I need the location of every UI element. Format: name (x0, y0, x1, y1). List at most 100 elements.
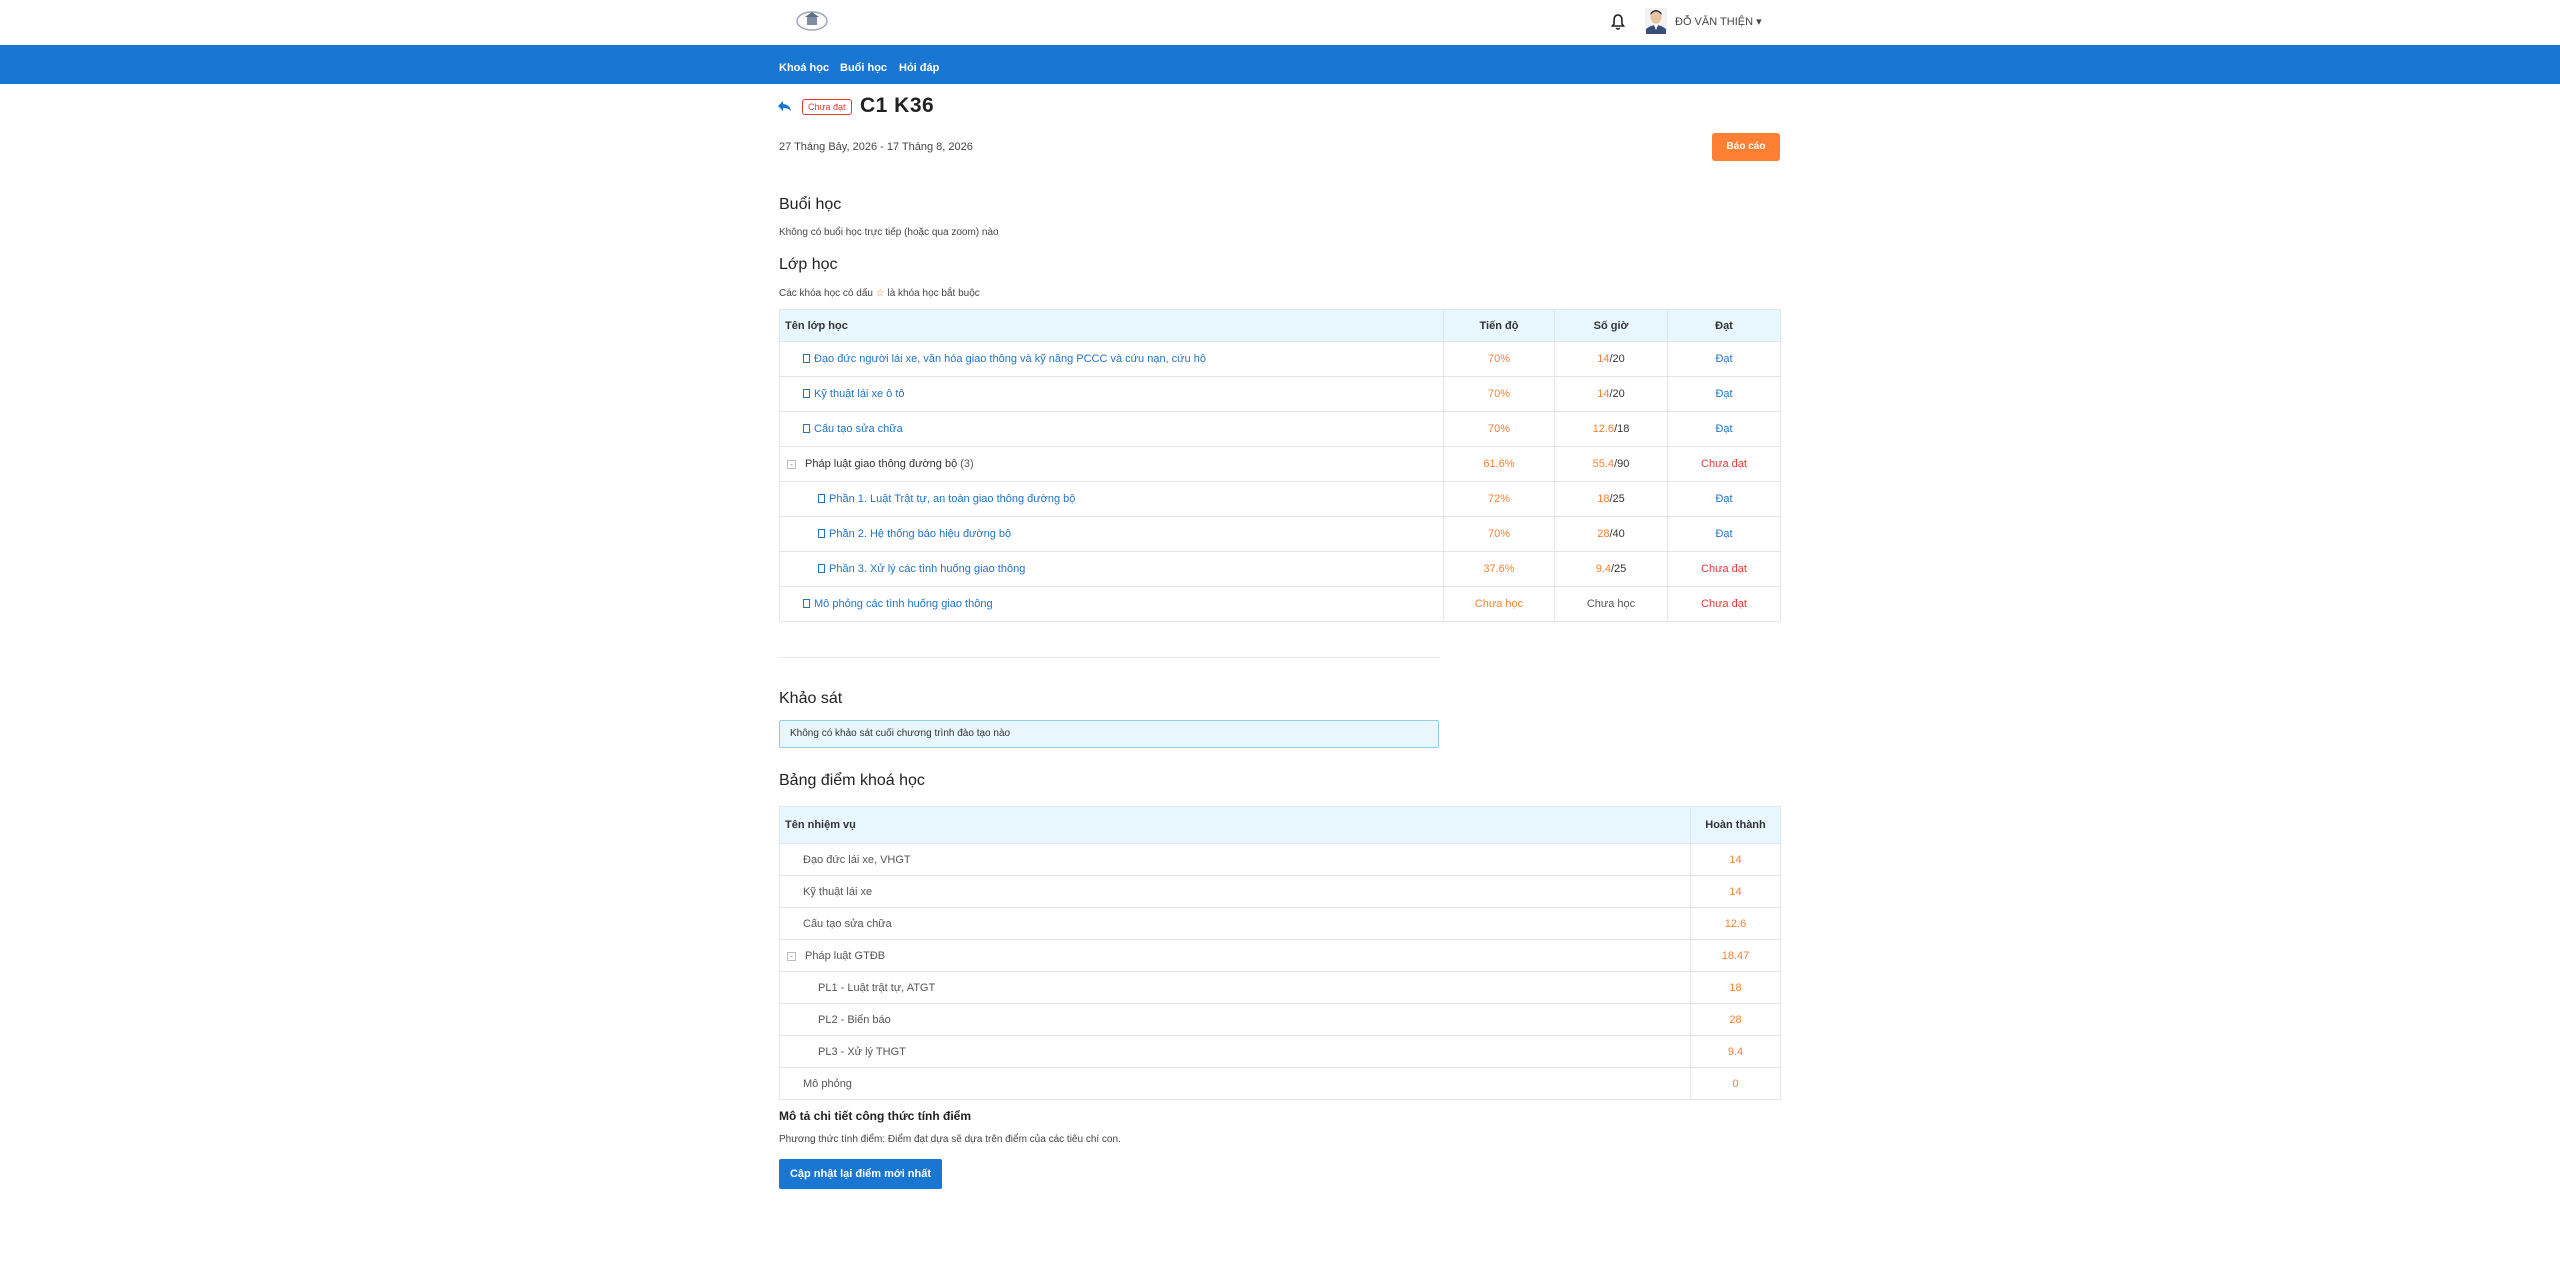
table-row: Phần 2. Hệ thống báo hiệu đường bộ 70% 2… (779, 516, 1781, 552)
class-link[interactable]: Phần 3. Xử lý các tình huống giao thông (829, 563, 1025, 575)
document-icon (818, 564, 825, 573)
col-header-progress: Tiến độ (1443, 309, 1555, 342)
class-group-count: (3) (960, 458, 974, 470)
task-score: 14 (1690, 843, 1781, 876)
class-link[interactable]: Mô phỏng các tình huống giao thông (814, 598, 993, 610)
task-name: PL1 - Luật trật tự, ATGT (779, 971, 1691, 1004)
col-header-class-name: Tên lớp học (779, 309, 1444, 342)
col-header-task-name: Tên nhiệm vụ (779, 806, 1691, 844)
table-row: Phần 1. Luật Trật tự, an toàn giao thông… (779, 481, 1781, 517)
class-group-name: Pháp luật giao thông đường bộ (805, 458, 958, 470)
class-link[interactable]: Phần 2. Hệ thống báo hiệu đường bộ (829, 528, 1011, 540)
hours-done: 12.6 (1592, 423, 1615, 435)
nav-item-courses[interactable]: Khoá học (779, 62, 829, 74)
report-button[interactable]: Báo cáo (1712, 133, 1780, 161)
task-name: PL2 - Biển báo (779, 1003, 1691, 1036)
bell-icon[interactable] (1610, 13, 1626, 31)
table-row: Đạo đức lái xe, VHGT 14 (779, 843, 1781, 876)
classes-title: Lớp học (779, 256, 838, 273)
collapse-icon[interactable]: - (787, 460, 796, 469)
document-icon (803, 354, 810, 363)
status-badge: Chưa đạt (802, 99, 852, 115)
pass-status: Đạt (1667, 341, 1781, 377)
task-name: Đạo đức lái xe, VHGT (779, 843, 1691, 876)
hours-total: /25 (1609, 493, 1625, 505)
hours-value: 14/20 (1554, 376, 1668, 412)
formula-text: Phương thức tính điểm: Điểm đạt dựa sẽ d… (779, 1134, 1121, 1145)
hours-total: /90 (1614, 458, 1630, 470)
hours-value: 12.6/18 (1554, 411, 1668, 447)
table-row: Mô phỏng 0 (779, 1067, 1781, 1100)
hours-value: 18/25 (1554, 481, 1668, 517)
table-row: Cấu tạo sửa chữa 70% 12.6/18 Đạt (779, 411, 1781, 447)
class-link[interactable]: Phần 1. Luật Trật tự, an toàn giao thông… (829, 493, 1075, 505)
document-icon (818, 494, 825, 503)
hours-value: 55.4/90 (1554, 446, 1668, 482)
table-row: Phần 3. Xử lý các tình huống giao thông … (779, 551, 1781, 587)
user-menu[interactable]: ĐỖ VĂN THIỆN ▾ (1675, 15, 1762, 28)
class-link[interactable]: Đạo đức người lái xe, văn hóa giao thông… (814, 353, 1206, 365)
task-score: 18 (1690, 971, 1781, 1004)
classes-note-after: là khóa học bắt buộc (887, 288, 980, 299)
table-row: - Pháp luật giao thông đường bộ (3) 61.6%… (779, 446, 1781, 482)
hours-value: 28/40 (1554, 516, 1668, 552)
hours-done: 28 (1597, 528, 1610, 540)
progress-value: Chưa học (1443, 586, 1555, 622)
top-bar: ĐỖ VĂN THIỆN ▾ (0, 0, 2560, 45)
hours-value: 14/20 (1554, 341, 1668, 377)
table-row: Kỹ thuật lái xe ô tô 70% 14/20 Đạt (779, 376, 1781, 412)
main-nav: Khoá học Buổi học Hỏi đáp (0, 45, 2560, 84)
formula-title: Mô tả chi tiết công thức tính điểm (779, 1109, 972, 1123)
nav-item-sessions[interactable]: Buổi học (840, 62, 887, 74)
col-header-completed: Hoàn thành (1690, 806, 1781, 844)
hours-done: 9.4 (1595, 563, 1611, 575)
progress-value: 70% (1443, 376, 1555, 412)
pass-status: Đạt (1667, 376, 1781, 412)
task-name: Cấu tạo sửa chữa (779, 907, 1691, 940)
table-row: PL2 - Biển báo 28 (779, 1003, 1781, 1036)
table-row: - Pháp luật GTĐB 18.47 (779, 939, 1781, 972)
sessions-empty-text: Không có buổi học trực tiếp (hoặc qua zo… (779, 227, 999, 238)
avatar[interactable] (1645, 8, 1667, 34)
task-group-name: Pháp luật GTĐB (805, 949, 886, 962)
classes-table: Tên lớp học Tiến độ Số giờ Đạt Đạo đức n… (779, 309, 1781, 622)
progress-value: 70% (1443, 341, 1555, 377)
task-name: Kỹ thuật lái xe (779, 875, 1691, 908)
document-icon (803, 424, 810, 433)
class-link[interactable]: Cấu tạo sửa chữa (814, 423, 903, 435)
fail-status: Chưa đạt (1667, 551, 1781, 587)
logo[interactable] (795, 10, 829, 32)
pass-status: Đạt (1667, 516, 1781, 552)
task-score: 12.6 (1690, 907, 1781, 940)
table-row: PL3 - Xử lý THGT 9.4 (779, 1035, 1781, 1068)
progress-value: 61.6% (1443, 446, 1555, 482)
col-header-hours: Số giờ (1554, 309, 1668, 342)
document-icon (803, 599, 810, 608)
update-scores-button[interactable]: Cập nhật lại điểm mới nhất (779, 1159, 942, 1189)
pass-status: Đạt (1667, 411, 1781, 447)
hours-total: /25 (1611, 563, 1627, 575)
hours-total: /20 (1609, 353, 1625, 365)
table-row: Cấu tạo sửa chữa 12.6 (779, 907, 1781, 940)
hours-done: 14 (1597, 353, 1610, 365)
hours-done: 55.4 (1592, 458, 1615, 470)
collapse-icon[interactable]: - (787, 951, 796, 961)
nav-item-qa[interactable]: Hỏi đáp (899, 62, 939, 74)
grades-title: Bảng điểm khoá học (779, 772, 925, 789)
classes-note-before: Các khóa học có dấu (779, 288, 873, 299)
task-score: 9.4 (1690, 1035, 1781, 1068)
progress-value: 37.6% (1443, 551, 1555, 587)
hours-value: Chưa học (1554, 586, 1668, 622)
hours-value: 9.4/25 (1554, 551, 1668, 587)
task-score: 18.47 (1690, 939, 1781, 972)
page-title: C1 K36 (860, 94, 935, 117)
progress-value: 70% (1443, 411, 1555, 447)
hours-done: 14 (1597, 388, 1610, 400)
class-link[interactable]: Kỹ thuật lái xe ô tô (814, 388, 905, 400)
task-score: 0 (1690, 1067, 1781, 1100)
table-row: Đạo đức người lái xe, văn hóa giao thông… (779, 341, 1781, 377)
back-arrow-icon[interactable] (777, 98, 793, 114)
table-row: PL1 - Luật trật tự, ATGT 18 (779, 971, 1781, 1004)
task-score: 28 (1690, 1003, 1781, 1036)
task-name: Mô phỏng (779, 1067, 1691, 1100)
